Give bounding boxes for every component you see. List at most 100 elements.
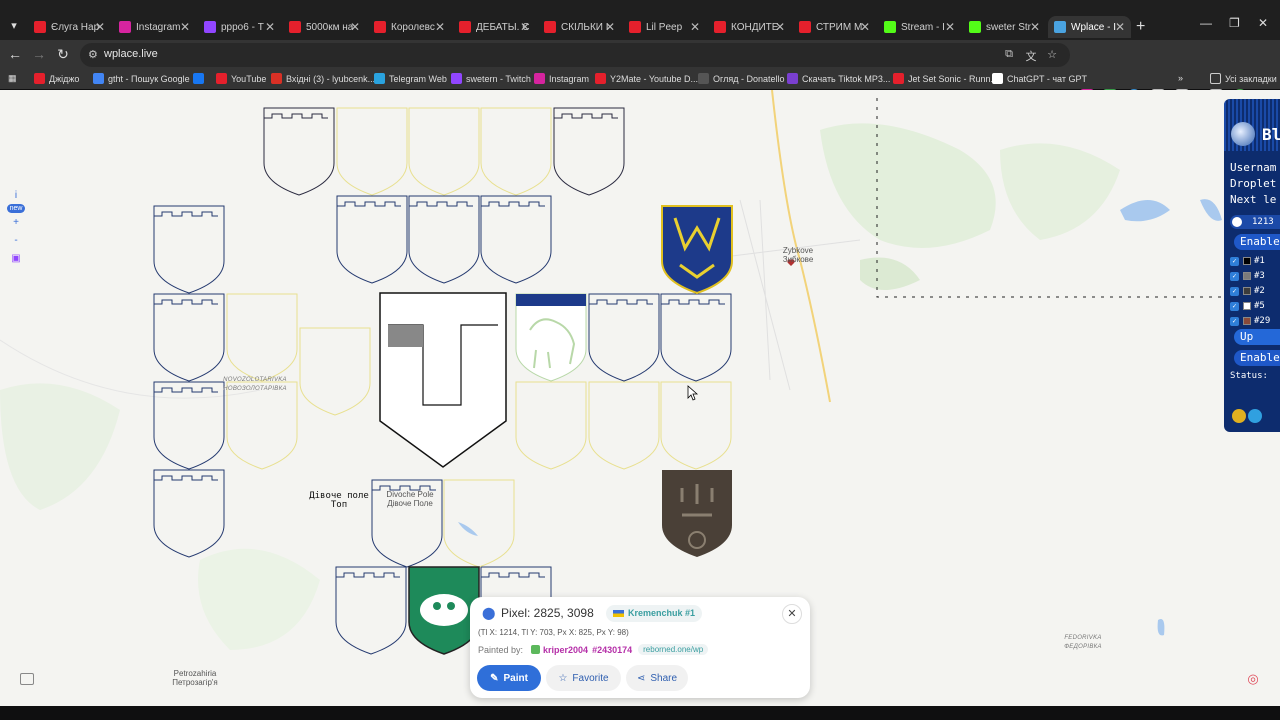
tab-close-icon[interactable]: ✕	[265, 20, 275, 34]
bookmark-item[interactable]: Огляд - Donatello	[698, 73, 785, 84]
alliance-link[interactable]: reborned.one/wp	[638, 644, 709, 655]
bookmark-item[interactable]: Джіджо	[34, 73, 79, 84]
panel-status: Status:	[1230, 371, 1268, 381]
bookmark-item[interactable]: Y2Mate - Youtube D...	[595, 73, 698, 84]
enable-bot-button[interactable]: Enable	[1234, 350, 1280, 366]
tab-4[interactable]: Королевс ✕	[368, 16, 451, 38]
tab-8[interactable]: КОНДИТЕ ✕	[708, 16, 791, 38]
tab-9[interactable]: СТРИМ М ✕	[793, 16, 876, 38]
tab-title: Королевс	[391, 21, 435, 33]
paint-button[interactable]: ✎ Paint	[477, 665, 541, 691]
color-checkbox[interactable]: ✓	[1230, 316, 1239, 326]
apps-icon[interactable]: ▦	[8, 73, 17, 84]
tab-close-icon[interactable]: ✕	[945, 20, 955, 34]
tab-favicon-icon	[629, 21, 641, 33]
bookmark-favicon-icon	[451, 73, 462, 84]
color-checkbox[interactable]: ✓	[1230, 301, 1239, 311]
bookmark-label: Вхідні (3) - lyubcenk...	[286, 73, 376, 84]
translate-icon[interactable]: 文	[1024, 48, 1038, 63]
tab-close-icon[interactable]: ✕	[605, 20, 615, 34]
map-controls: i new + - ▣	[4, 190, 28, 268]
tab-12[interactable]: Wplace - I ✕	[1048, 16, 1131, 38]
tab-close-icon[interactable]: ✕	[775, 20, 785, 34]
tab-3[interactable]: 5000км на ✕	[283, 16, 366, 38]
tab-close-icon[interactable]: ✕	[1115, 20, 1125, 34]
bookmark-item[interactable]: YouTube	[216, 73, 266, 84]
upload-button[interactable]: Up	[1234, 329, 1280, 345]
tab-close-icon[interactable]: ✕	[690, 20, 700, 34]
color-label: #3	[1254, 271, 1265, 281]
refresh-icon[interactable]	[1248, 409, 1262, 423]
map-label-fedorivka: FEDORIVKA ФЕДОРІВКА	[1064, 635, 1102, 650]
back-icon[interactable]: ←	[6, 46, 24, 62]
tab-11[interactable]: sweter Str ✕	[963, 16, 1046, 38]
bookmark-favicon-icon	[595, 73, 606, 84]
forward-icon[interactable]: →	[30, 46, 48, 62]
screenshot-icon[interactable]	[20, 673, 34, 685]
more-bookmarks-icon[interactable]: »	[1178, 73, 1183, 83]
bookmark-item[interactable]: Вхідні (3) - lyubcenk...	[271, 73, 375, 84]
color-label: #2	[1254, 286, 1265, 296]
bookmark-item[interactable]: Telegram Web	[374, 73, 447, 84]
tab-favicon-icon	[289, 21, 301, 33]
color-row[interactable]: ✓ #3	[1230, 270, 1265, 282]
coin-icon[interactable]	[1232, 409, 1246, 423]
tab-7[interactable]: Lil Peep ✕	[623, 16, 706, 38]
all-bookmarks[interactable]: Усі закладки	[1210, 73, 1277, 84]
painter-username[interactable]: kriper2004	[543, 645, 588, 655]
bookmark-label: Y2Mate - Youtube D...	[610, 73, 699, 84]
info-button[interactable]: i	[4, 190, 28, 202]
tab-10[interactable]: Stream - I ✕	[878, 16, 961, 38]
color-row[interactable]: ✓ #2	[1230, 285, 1265, 297]
color-checkbox[interactable]: ✓	[1230, 271, 1239, 281]
zoom-out-button[interactable]: -	[4, 232, 28, 250]
bookmark-item[interactable]: Скачать Tiktok MP3...	[787, 73, 890, 84]
tab-0[interactable]: Єлуга Нар ✕	[28, 16, 111, 38]
enable-button[interactable]: Enable	[1234, 234, 1280, 250]
bookmark-favicon-icon	[271, 73, 282, 84]
color-row[interactable]: ✓ #5	[1230, 300, 1265, 312]
site-info-icon[interactable]: ⚙	[88, 48, 102, 62]
tab-close-icon[interactable]: ✕	[180, 20, 190, 34]
restore-icon[interactable]: ❐	[1229, 16, 1240, 30]
tab-1[interactable]: Instagram ✕	[113, 16, 196, 38]
bookmark-item[interactable]: Jet Set Sonic - Runn...	[893, 73, 998, 84]
color-row[interactable]: ✓ #1	[1230, 255, 1265, 267]
region-badge[interactable]: Kremenchuk #1	[606, 605, 703, 622]
tab-2[interactable]: pppo6 - Т ✕	[198, 16, 281, 38]
tab-close-icon[interactable]: ✕	[95, 20, 105, 34]
tab-close-icon[interactable]: ✕	[860, 20, 870, 34]
tab-search-dropdown-icon[interactable]: ▾	[6, 18, 22, 34]
twitch-icon[interactable]: ▣	[4, 250, 28, 268]
tab-close-icon[interactable]: ✕	[1030, 20, 1040, 34]
share-button[interactable]: ⋖ Share	[626, 665, 688, 691]
bookmark-label: Скачать Tiktok MP3...	[802, 73, 891, 84]
bookmark-item[interactable]: Instagram	[534, 73, 589, 84]
color-checkbox[interactable]: ✓	[1230, 256, 1239, 266]
tab-5[interactable]: ДЕБАТЫ. С ✕	[453, 16, 536, 38]
new-tab-button[interactable]: +	[1136, 18, 1145, 36]
tab-close-icon[interactable]: ✕	[350, 20, 360, 34]
color-checkbox[interactable]: ✓	[1230, 286, 1239, 296]
minimize-icon[interactable]: —	[1200, 16, 1212, 30]
bookmark-favicon-icon	[992, 73, 1003, 84]
new-badge[interactable]: new	[4, 202, 28, 214]
tab-close-icon[interactable]: ✕	[520, 20, 530, 34]
close-popup-button[interactable]: ✕	[782, 604, 802, 624]
tab-close-icon[interactable]: ✕	[435, 20, 445, 34]
favorite-button[interactable]: ☆ Favorite	[546, 665, 621, 691]
reload-icon[interactable]: ↻	[54, 46, 72, 63]
close-window-icon[interactable]: ✕	[1258, 16, 1268, 30]
bookmark-item[interactable]: swetern - Twitch	[451, 73, 531, 84]
zoom-in-button[interactable]: +	[4, 214, 28, 232]
address-bar[interactable]: ⚙ wplace.live ⧉ 文 ☆	[80, 43, 1070, 67]
bookmark-star-icon[interactable]: ☆	[1045, 48, 1059, 62]
bookmark-item[interactable]: gtht - Пошук Google	[93, 73, 190, 84]
bookmark-item[interactable]: ChatGPT - чат GPT	[992, 73, 1087, 84]
bookmark-favicon-icon	[34, 73, 45, 84]
tab-6[interactable]: СКІЛЬКИ І ✕	[538, 16, 621, 38]
locate-icon[interactable]: ◎	[1244, 671, 1262, 689]
screen-share-icon[interactable]: ⧉	[1002, 48, 1016, 62]
color-row[interactable]: ✓ #29	[1230, 315, 1270, 327]
bookmark-item[interactable]	[193, 73, 208, 84]
